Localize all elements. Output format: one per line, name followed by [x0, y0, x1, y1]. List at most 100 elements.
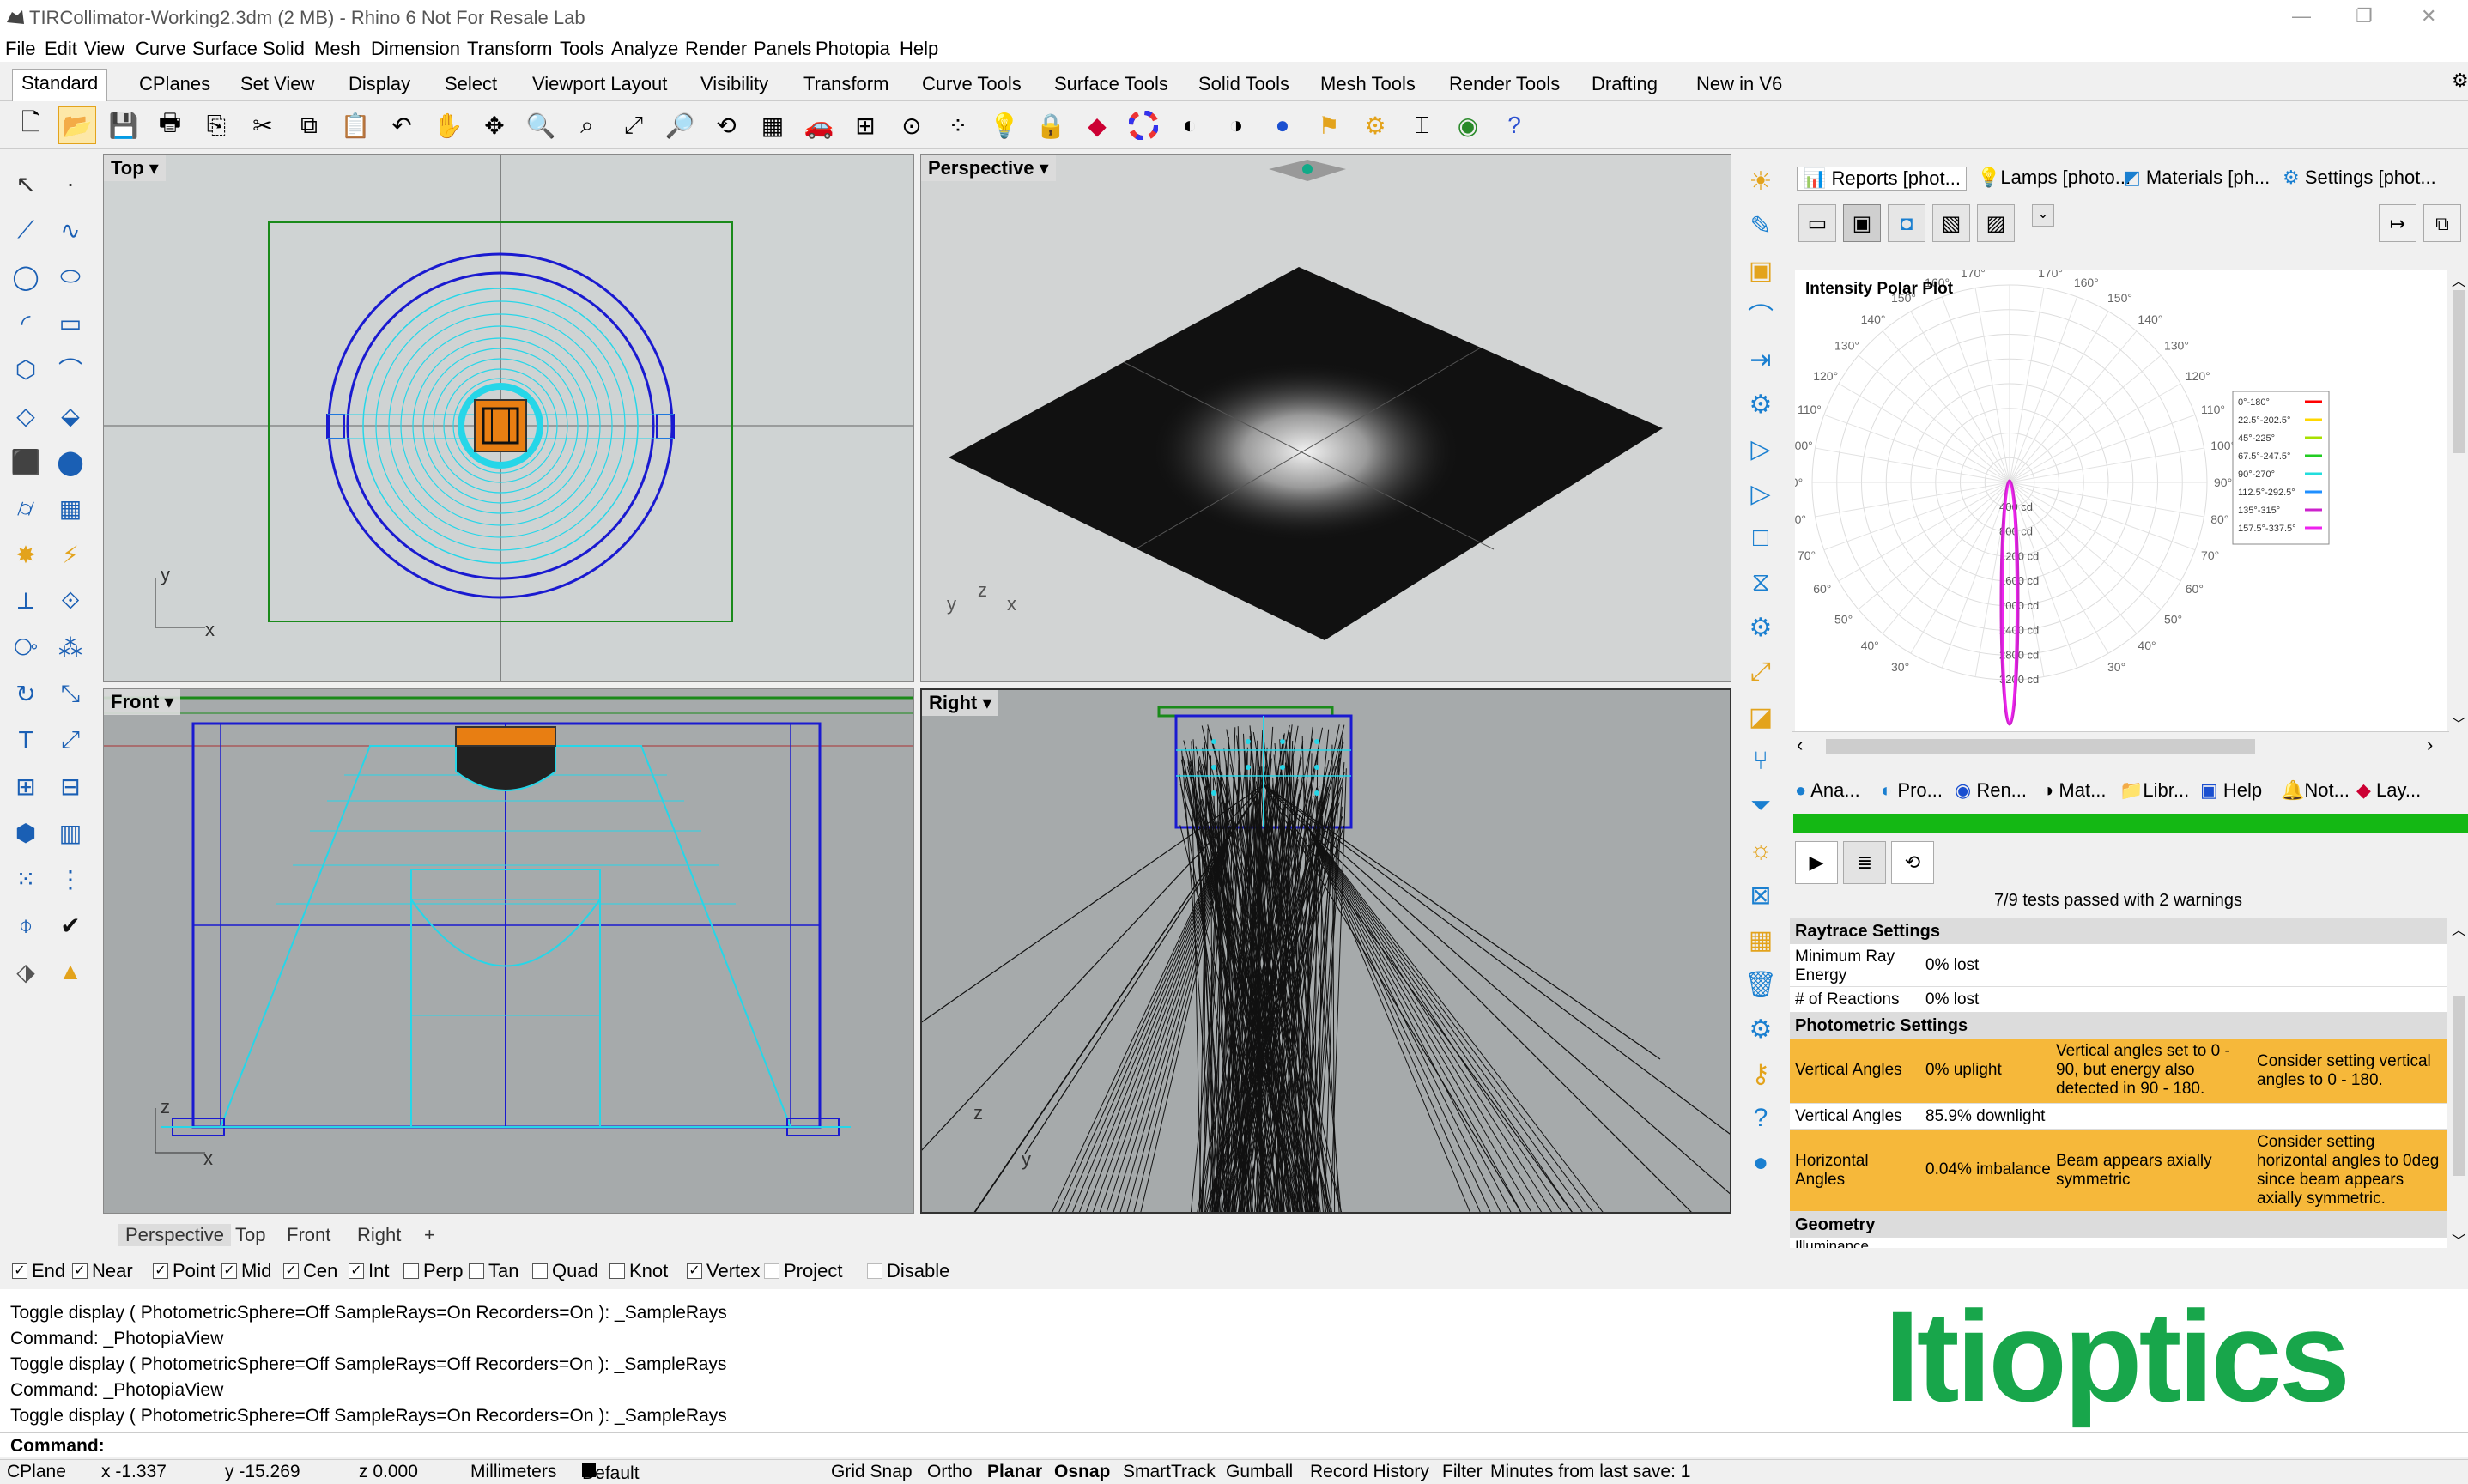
car-icon[interactable]: 🚗 [800, 106, 838, 144]
lens-icon[interactable]: ⧖ [1741, 563, 1780, 603]
scroll-up-icon[interactable]: ︿ [2452, 918, 2465, 939]
panel-tab-materials[interactable]: ◑ Mat... [2042, 779, 2106, 802]
menu-surface[interactable]: Surface [192, 38, 258, 60]
color-wheel-icon[interactable] [1125, 106, 1162, 144]
pan-hand-icon[interactable]: ✋ [429, 106, 467, 144]
menu-edit[interactable]: Edit [45, 38, 77, 60]
osnap-checkbox[interactable]: ✓ [283, 1263, 299, 1279]
toggle-record-history[interactable]: Record History [1310, 1462, 1429, 1482]
viewport-label-perspective[interactable]: Perspective ▾ [921, 155, 1056, 181]
osnap-checkbox[interactable]: ✓ [153, 1263, 168, 1279]
toggle-planar[interactable]: Planar [987, 1462, 1042, 1482]
arc-icon[interactable]: ◜ [7, 304, 45, 342]
tab-select[interactable]: Select [436, 70, 506, 100]
zoom-window-icon[interactable]: ⌕ [568, 106, 606, 144]
vp-tab-top[interactable]: Top [235, 1224, 265, 1246]
osnap-checkbox[interactable] [469, 1263, 484, 1279]
new-file-icon[interactable]: 🗋 [12, 106, 50, 144]
fillet-icon[interactable]: ⌒ [52, 350, 89, 388]
report-type-4-button[interactable]: ▧ [1932, 204, 1970, 242]
zoom-extents-icon[interactable]: ⤢ [615, 106, 652, 144]
ray-icon[interactable]: ⤢ [1741, 652, 1780, 692]
viewport-right[interactable]: z y Right ▾ [920, 688, 1731, 1214]
sphere-icon[interactable]: ⬤ [52, 443, 89, 481]
osnap-checkbox[interactable]: ✓ [12, 1263, 27, 1279]
paste-icon[interactable]: 📋 [337, 106, 374, 144]
osnap-cen[interactable]: ✓ Cen [283, 1260, 337, 1282]
trash-icon[interactable]: 🗑 [1741, 965, 1780, 1004]
render-sphere-icon[interactable]: ● [1264, 106, 1301, 144]
play-icon[interactable]: ▷ [1741, 474, 1780, 513]
grid-array-icon[interactable]: ⁙ [7, 860, 45, 898]
scroll-right-icon[interactable]: › [2427, 734, 2433, 756]
edit-icon[interactable]: ✎ [1741, 206, 1780, 245]
funnel-icon[interactable]: ⏷ [1741, 786, 1780, 826]
minimize-button[interactable]: — [2292, 5, 2311, 27]
split-icon[interactable]: ⚡ [52, 536, 89, 573]
help-icon[interactable]: ? [1741, 1099, 1780, 1138]
tab-drafting[interactable]: Drafting [1583, 70, 1666, 100]
toggle-smarttrack[interactable]: SmartTrack [1123, 1462, 1216, 1482]
polyline-icon[interactable]: ⟋ [7, 211, 45, 249]
points-icon[interactable]: ⁘ [939, 106, 977, 144]
osnap-project[interactable]: Project [764, 1260, 842, 1282]
copy-icon[interactable]: ⧉ [290, 106, 328, 144]
scroll-left-icon[interactable]: ‹ [1797, 734, 1803, 756]
scroll-down-icon[interactable]: ﹀ [2452, 712, 2465, 733]
rotate-icon[interactable]: ↻ [7, 675, 45, 712]
text-icon[interactable]: T [7, 721, 45, 759]
osnap-checkbox[interactable]: ✓ [72, 1263, 88, 1279]
menu-curve[interactable]: Curve [136, 38, 186, 60]
osnap-checkbox[interactable]: ✓ [687, 1263, 702, 1279]
gear-icon[interactable]: ⚙ [2443, 67, 2468, 96]
flag-icon[interactable]: ⚑ [1310, 106, 1348, 144]
blue-sphere-icon[interactable]: ● [1741, 1143, 1780, 1183]
toggle-osnap[interactable]: Osnap [1054, 1462, 1110, 1482]
menu-panels[interactable]: Panels [754, 38, 811, 60]
tab-render-tools[interactable]: Render Tools [1440, 70, 1568, 100]
command-line[interactable]: Command: [0, 1432, 2468, 1457]
toggle-filter[interactable]: Filter [1442, 1462, 1483, 1482]
export-icon[interactable]: ⎘ [197, 106, 235, 144]
horizontal-scrollbar[interactable]: ‹ › [1792, 731, 2449, 760]
panel-tab-properties[interactable]: ◐ Pro... [1881, 779, 1943, 802]
panel-tab-libraries[interactable]: 📁Libr... [2119, 779, 2189, 802]
status-cplane[interactable]: CPlane [7, 1462, 66, 1482]
tab-visibility[interactable]: Visibility [692, 70, 777, 100]
viewport-label-top[interactable]: Top ▾ [104, 155, 166, 181]
osnap-checkbox[interactable] [403, 1263, 419, 1279]
save-icon[interactable]: 💾 [105, 106, 143, 144]
curve-icon[interactable]: ∿ [52, 211, 89, 249]
vscroll-thumb[interactable] [2453, 290, 2465, 453]
trim-icon[interactable]: ⟂ [7, 582, 45, 620]
sun-icon[interactable]: ☀ [1741, 161, 1780, 201]
scroll-down-icon[interactable]: ﹀ [2452, 1229, 2465, 1250]
viewport-perspective[interactable]: y z x Perspective ▾ [920, 154, 1731, 682]
mesh-icon[interactable]: ▦ [52, 489, 89, 527]
panel-tab-rendering[interactable]: ◉ Ren... [1955, 779, 2027, 802]
select-arrow-icon[interactable]: ↖ [7, 165, 45, 203]
fit-width-icon[interactable]: ↦ [2379, 204, 2416, 242]
maximize-button[interactable]: ❐ [2356, 5, 2373, 27]
mesh-gear-icon[interactable]: ⚙ [1741, 608, 1780, 647]
select-icon[interactable]: ⊙ [893, 106, 931, 144]
osnap-checkbox[interactable] [532, 1263, 548, 1279]
panel-tab-settings[interactable]: ⚙ Settings [phot... [2283, 167, 2436, 189]
osnap-checkbox[interactable]: ✓ [221, 1263, 237, 1279]
osnap-int[interactable]: ✓ Int [349, 1260, 389, 1282]
lamp-icon[interactable]: ▣ [1741, 251, 1780, 290]
four-viewports-icon[interactable]: ▦ [754, 106, 791, 144]
move-icon[interactable]: ⤢ [52, 721, 89, 759]
osnap-mid[interactable]: ✓ Mid [221, 1260, 271, 1282]
circle-icon[interactable]: ◯ [7, 257, 45, 295]
osnap-checkbox[interactable] [609, 1263, 625, 1279]
scale-icon[interactable]: ⤡ [52, 675, 89, 712]
tab-standard[interactable]: Standard [12, 69, 108, 101]
pop-out-icon[interactable]: ⧉ [2423, 204, 2461, 242]
analysis-scroll-thumb[interactable] [2453, 996, 2465, 1176]
report-dropdown-chevron-icon[interactable]: ⌄ [2032, 204, 2054, 227]
help-question-icon[interactable]: ? [1495, 106, 1533, 144]
reflector-icon[interactable]: ⌒ [1741, 295, 1780, 335]
cube-icon[interactable]: ⬢ [7, 814, 45, 851]
grid-pattern-icon[interactable]: ⊠ [1741, 875, 1780, 915]
